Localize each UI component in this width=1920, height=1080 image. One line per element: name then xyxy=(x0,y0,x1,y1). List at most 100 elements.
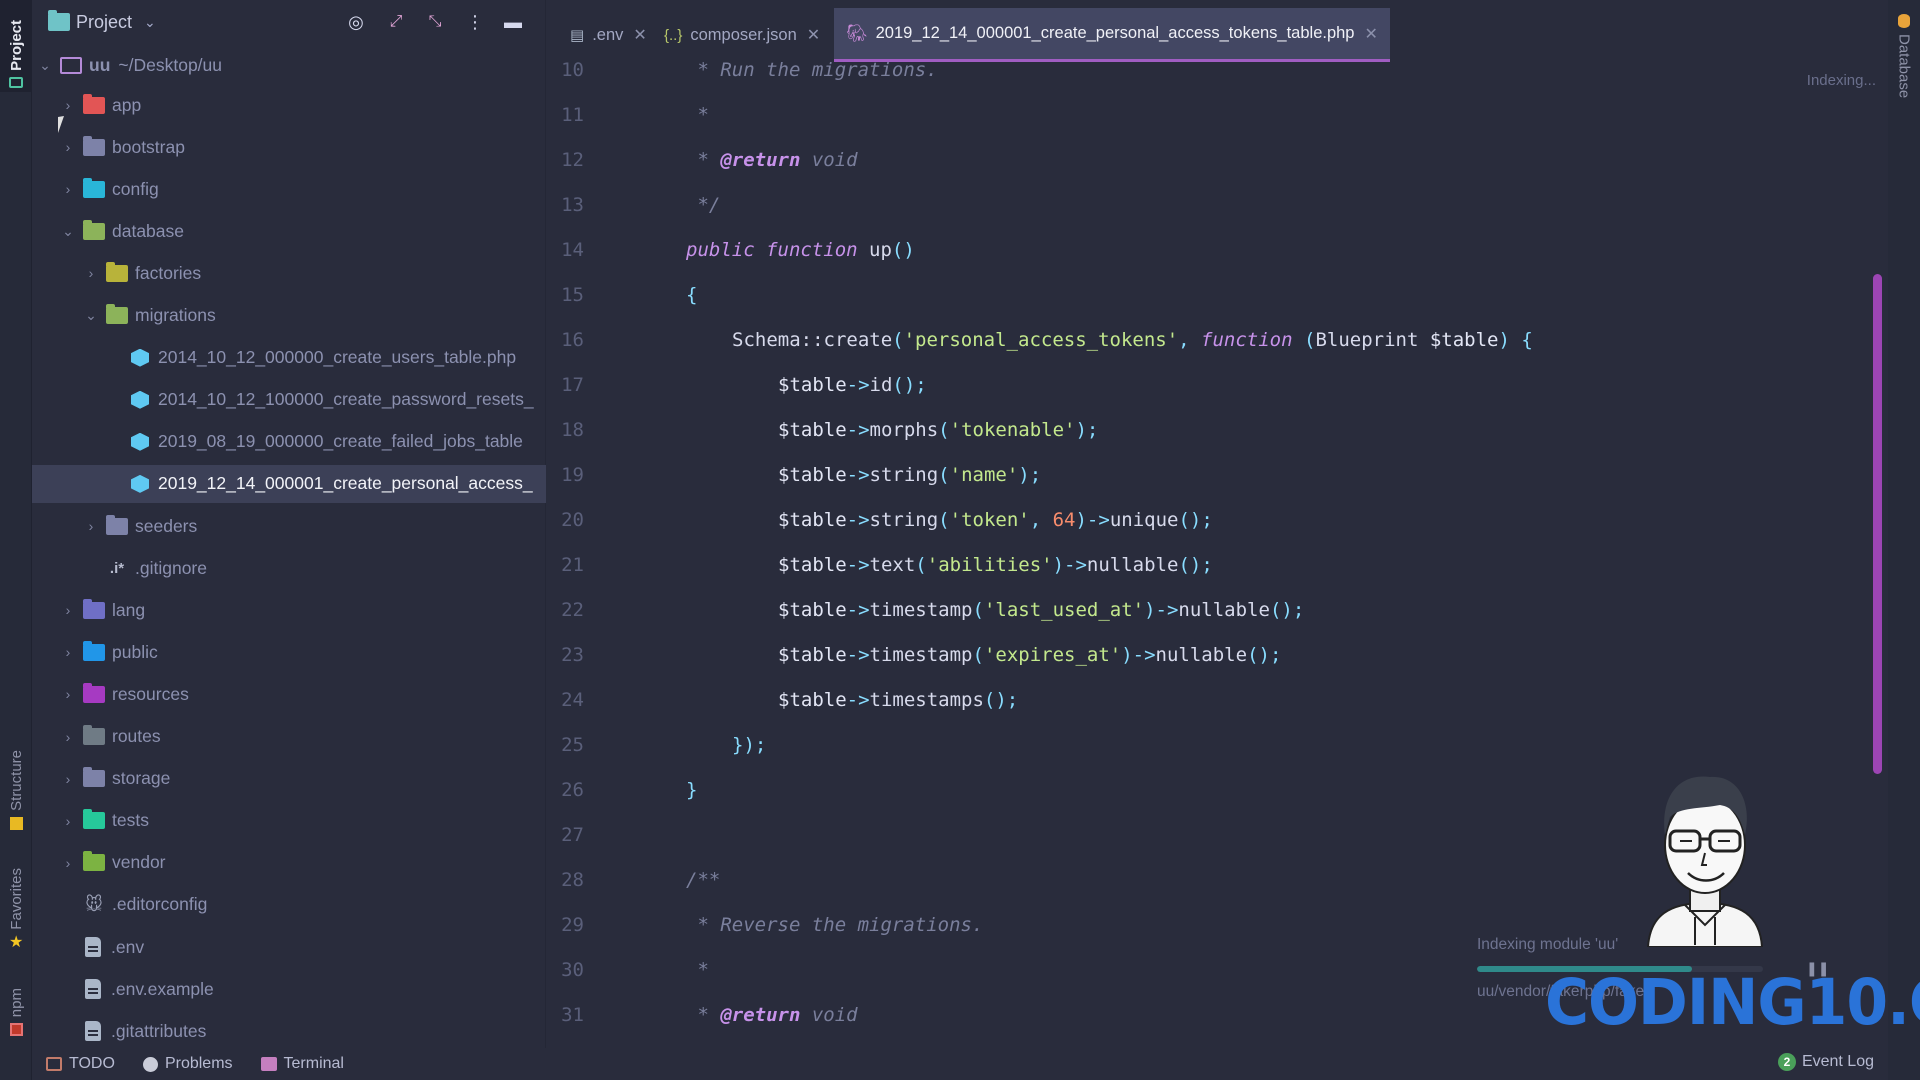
root-folder-icon xyxy=(60,56,82,74)
tree-item[interactable]: › config xyxy=(32,170,546,208)
problems-icon xyxy=(142,1056,158,1072)
line-number: 23 xyxy=(561,644,584,666)
tree-item[interactable]: › lang xyxy=(32,591,546,629)
code-token: )-> xyxy=(1075,509,1110,531)
tree-item[interactable]: 2014_10_12_000000_create_users_table.php xyxy=(32,339,546,377)
tree-item-selected[interactable]: 2019_12_14_000001_create_personal_access… xyxy=(32,464,546,503)
code-token: $table xyxy=(778,374,847,396)
chevron-right-icon[interactable]: › xyxy=(59,181,77,197)
code-line: 17 $table->id(); xyxy=(546,363,1846,408)
tree-item[interactable]: .env.example xyxy=(32,970,546,1008)
chevron-down-icon[interactable]: ⌄ xyxy=(82,307,100,324)
chevron-right-icon[interactable]: › xyxy=(59,139,77,155)
indexing-module-label: Indexing module 'uu' xyxy=(1477,936,1619,953)
tree-item-label: 2014_10_12_000000_create_users_table.php xyxy=(158,347,517,368)
code-text: $table->id(); xyxy=(778,363,927,408)
code-token: 'personal_access_tokens' xyxy=(903,329,1179,351)
code-token: -> xyxy=(846,599,870,621)
code-line: 18 $table->morphs('tokenable'); xyxy=(546,408,1846,453)
tree-item[interactable]: 2019_08_19_000000_create_failed_jobs_tab… xyxy=(32,423,546,461)
code-token: timestamp xyxy=(869,644,973,666)
chevron-down-icon[interactable]: ⌄ xyxy=(59,223,77,240)
tree-item[interactable]: › app xyxy=(32,86,546,124)
more-options-icon[interactable]: ⋮ xyxy=(464,11,486,33)
tree-item[interactable]: › storage xyxy=(32,760,546,798)
chevron-right-icon[interactable]: › xyxy=(59,771,77,787)
close-icon[interactable]: ✕ xyxy=(1365,24,1378,44)
code-token: )-> xyxy=(1121,644,1156,666)
locate-icon[interactable]: ◎ xyxy=(345,11,367,33)
tool-tab-database[interactable]: Database xyxy=(1888,14,1920,124)
code-token: ( xyxy=(938,509,950,531)
editor-scrollbar-thumb[interactable] xyxy=(1873,274,1882,774)
code-token: -> xyxy=(846,419,870,441)
terminal-tool-button[interactable]: Terminal xyxy=(260,1055,344,1073)
public-folder-icon xyxy=(83,640,105,661)
tree-item[interactable]: › bootstrap xyxy=(32,128,546,166)
tree-item[interactable]: 🐭︎ .editorconfig xyxy=(32,886,546,924)
code-text: $table->string('name'); xyxy=(778,453,1041,498)
todo-tool-button[interactable]: TODO xyxy=(46,1055,115,1073)
chevron-right-icon[interactable]: › xyxy=(59,729,77,745)
laptop-icon xyxy=(9,77,23,88)
tree-item[interactable]: › tests xyxy=(32,802,546,840)
tree-item[interactable]: › vendor xyxy=(32,844,546,882)
tool-tab-npm[interactable]: npm xyxy=(0,970,32,1036)
expand-all-icon[interactable]: ⤢ xyxy=(385,11,407,33)
chevron-right-icon[interactable]: › xyxy=(59,855,77,871)
chevron-down-icon[interactable]: ⌄ xyxy=(36,57,54,74)
close-icon[interactable]: ✕ xyxy=(807,25,820,45)
tree-item[interactable]: › public xyxy=(32,633,546,671)
code-line: 23 $table->timestamp('expires_at')->nulla… xyxy=(546,633,1846,678)
tree-item[interactable]: › routes xyxy=(32,718,546,756)
tree-item[interactable]: .gitattributes xyxy=(32,1012,546,1050)
code-token: -> xyxy=(846,374,870,396)
tree-root[interactable]: ⌄ uu ~/Desktop/uu xyxy=(32,46,546,84)
tool-tab-project[interactable]: Project xyxy=(0,0,32,92)
problems-tool-button[interactable]: Problems xyxy=(142,1055,233,1073)
tree-item[interactable]: › seeders xyxy=(32,507,546,545)
file-icon: ▤ xyxy=(570,27,585,44)
code-token: )-> xyxy=(1052,554,1087,576)
chevron-down-icon[interactable]: ⌄ xyxy=(144,14,156,31)
tree-item[interactable]: ⌄ database xyxy=(32,212,546,250)
tool-tab-structure[interactable]: Structure xyxy=(0,720,32,830)
close-icon[interactable]: ✕ xyxy=(633,25,646,45)
tree-item[interactable]: .env xyxy=(32,928,546,966)
chevron-right-icon[interactable]: › xyxy=(82,265,100,281)
chevron-right-icon[interactable]: › xyxy=(82,518,100,534)
collapse-all-icon[interactable]: ⤡ xyxy=(424,11,446,33)
line-number: 22 xyxy=(561,599,584,621)
todo-label: TODO xyxy=(69,1055,115,1072)
migrations-folder-icon xyxy=(106,304,128,324)
tree-item[interactable]: .i* .gitignore xyxy=(32,549,546,587)
tree-item-label: 2019_12_14_000001_create_personal_access… xyxy=(158,473,533,494)
right-tool-strip: Database xyxy=(1888,0,1920,1080)
tree-item[interactable]: 2014_10_12_100000_create_password_resets… xyxy=(32,381,546,419)
project-view-selector[interactable]: Project xyxy=(76,12,132,33)
tree-item-label: lang xyxy=(112,599,146,620)
tree-item[interactable]: ⌄ migrations xyxy=(32,297,546,335)
chevron-right-icon[interactable]: › xyxy=(59,813,77,829)
config-folder-icon xyxy=(83,177,105,198)
indexing-status: Indexing... xyxy=(1806,72,1876,89)
chevron-right-icon[interactable]: › xyxy=(59,644,77,660)
npm-icon xyxy=(9,1023,23,1036)
tree-item[interactable]: › factories xyxy=(32,254,546,292)
chevron-right-icon[interactable]: › xyxy=(59,602,77,618)
tree-item-label: .env.example xyxy=(111,978,214,999)
chevron-right-icon[interactable]: › xyxy=(59,686,77,702)
todo-icon xyxy=(46,1057,62,1071)
code-token: (); xyxy=(1247,644,1282,666)
folder-icon xyxy=(83,767,105,788)
event-log-button[interactable]: 2 Event Log xyxy=(1777,1053,1874,1071)
tab-label: .env xyxy=(592,25,624,44)
code-text: }); xyxy=(732,723,766,768)
chevron-right-icon[interactable]: › xyxy=(59,97,77,113)
hide-panel-icon[interactable]: ▬ xyxy=(502,11,524,33)
tool-tab-favorites[interactable]: ★ Favorites xyxy=(0,850,32,950)
star-icon: ★ xyxy=(9,934,24,951)
code-line: 22 $table->timestamp('last_used_at')->nul… xyxy=(546,588,1846,633)
code-token: -> xyxy=(846,554,870,576)
tree-item[interactable]: › resources xyxy=(32,675,546,713)
